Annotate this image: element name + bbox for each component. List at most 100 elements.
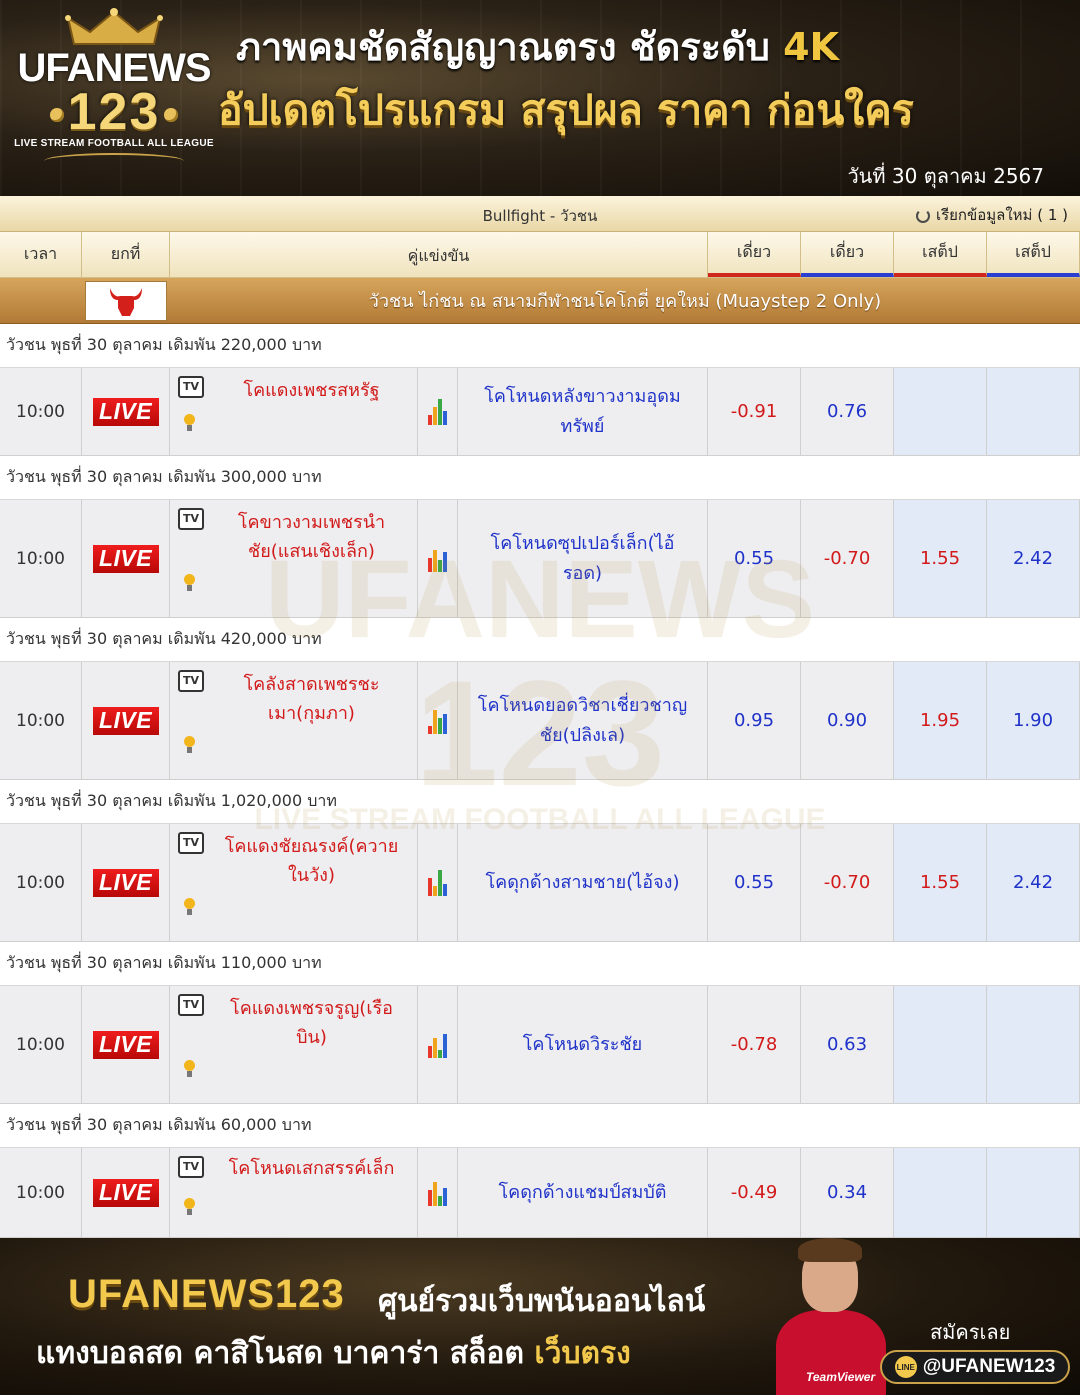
match-time: 10:00 bbox=[0, 1148, 82, 1237]
crown-icon bbox=[54, 8, 174, 48]
tv-icon[interactable]: TV bbox=[178, 508, 204, 530]
tips-bulb-icon[interactable] bbox=[182, 572, 196, 594]
odds-single-2[interactable]: 0.34 bbox=[801, 1148, 894, 1237]
away-team-name[interactable]: โคโหนดยอดวิชาเชี่ยวชาญชัย(ปลิงเล) bbox=[458, 662, 708, 779]
match-row[interactable]: 10:00 LIVE TV โคขาวงามเพชรนำชัย(แสนเชิงเล็ก… bbox=[0, 500, 1080, 618]
home-team-cell: TV โคแดงเพชรจรูญ(เรือบิน) bbox=[170, 986, 418, 1103]
odds-single-1[interactable]: -0.78 bbox=[708, 986, 801, 1103]
header-date: วันที่ 30 ตุลาคม 2567 bbox=[847, 164, 1044, 188]
tips-bulb-icon[interactable] bbox=[182, 412, 196, 434]
odds-single-2[interactable]: -0.70 bbox=[801, 500, 894, 617]
live-button[interactable]: LIVE bbox=[92, 706, 159, 735]
odds-step-2[interactable]: 2.42 bbox=[987, 824, 1080, 941]
stats-bar bbox=[442, 883, 447, 896]
odds-single-1[interactable]: -0.91 bbox=[708, 368, 801, 455]
logo-brand: UFANEWS bbox=[17, 46, 212, 90]
tv-icon[interactable]: TV bbox=[178, 1156, 204, 1178]
stats-cell bbox=[418, 824, 458, 941]
match-row[interactable]: 10:00 LIVE TV โคแดงเพชรสหรัฐ โคโหนดหลังขาวงา… bbox=[0, 368, 1080, 456]
stats-bar-icon[interactable] bbox=[427, 1180, 448, 1206]
odds-step-1[interactable] bbox=[894, 1148, 987, 1237]
home-team-cell: TV โคแดงเพชรสหรัฐ bbox=[170, 368, 418, 455]
home-team-cell: TV โคแดงชัยณรงค์(ควายในวัง) bbox=[170, 824, 418, 941]
odds-step-2[interactable]: 1.90 bbox=[987, 662, 1080, 779]
player-image: TeamViewer bbox=[770, 1238, 890, 1395]
refresh-button[interactable]: เรียกข้อมูลใหม่ ( 1 ) bbox=[915, 203, 1068, 227]
stats-bar bbox=[432, 406, 437, 425]
home-team-name[interactable]: โคแดงชัยณรงค์(ควายในวัง) bbox=[216, 832, 407, 890]
logo-number: 123 bbox=[14, 86, 214, 138]
tv-icon[interactable]: TV bbox=[178, 994, 204, 1016]
stats-bar-icon[interactable] bbox=[427, 869, 448, 896]
live-button[interactable]: LIVE bbox=[92, 397, 159, 426]
tv-icon[interactable]: TV bbox=[178, 670, 204, 692]
odds-step-2[interactable] bbox=[987, 368, 1080, 455]
live-button[interactable]: LIVE bbox=[92, 1030, 159, 1059]
odds-step-1[interactable] bbox=[894, 368, 987, 455]
odds-single-1[interactable]: 0.55 bbox=[708, 500, 801, 617]
stats-bar bbox=[427, 1045, 432, 1058]
live-button[interactable]: LIVE bbox=[92, 868, 159, 897]
stats-bar-icon[interactable] bbox=[427, 708, 448, 734]
home-team-name[interactable]: โคขาวงามเพชรนำชัย(แสนเชิงเล็ก) bbox=[216, 508, 407, 566]
odds-single-1[interactable]: 0.55 bbox=[708, 824, 801, 941]
away-team-name[interactable]: โคดุกด้างแชมป์สมบัติ bbox=[458, 1148, 708, 1237]
logo-ornament bbox=[44, 153, 184, 169]
odds-step-1[interactable]: 1.95 bbox=[894, 662, 987, 779]
match-row[interactable]: 10:00 LIVE TV โคแดงเพชรจรูญ(เรือบิน) โคโหนดว… bbox=[0, 986, 1080, 1104]
site-logo[interactable]: UFANEWS 123 LIVE STREAM FOOTBALL ALL LEA… bbox=[14, 8, 214, 188]
live-cell: LIVE bbox=[82, 368, 170, 455]
stats-cell bbox=[418, 662, 458, 779]
odds-step-1[interactable]: 1.55 bbox=[894, 824, 987, 941]
match-row[interactable]: 10:00 LIVE TV โคลังสาดเพชรชะเมา(กุมภา) โคโหน… bbox=[0, 662, 1080, 780]
odds-single-2[interactable]: 0.90 bbox=[801, 662, 894, 779]
line-icon: LINE bbox=[894, 1356, 917, 1378]
stats-cell bbox=[418, 986, 458, 1103]
match-group-header: วัวชน พุธที่ 30 ตุลาคม เดิมพัน 300,000 บ… bbox=[0, 456, 1080, 500]
tips-bulb-icon[interactable] bbox=[182, 734, 196, 756]
home-team-name[interactable]: โคแดงเพชรสหรัฐ bbox=[216, 376, 407, 405]
signup-label[interactable]: สมัครเลย bbox=[930, 1316, 1010, 1348]
match-row[interactable]: 10:00 LIVE TV โคโหนดเสกสรรค์เล็ก โคดุกด้างแช… bbox=[0, 1148, 1080, 1238]
away-team-name[interactable]: โคโหนดหลังขาวงามอุดมทรัพย์ bbox=[458, 368, 708, 455]
away-team-name[interactable]: โคโหนดซุปเปอร์เล็ก(ไอ้รอด) bbox=[458, 500, 708, 617]
match-time: 10:00 bbox=[0, 986, 82, 1103]
stats-bar bbox=[432, 549, 437, 572]
tv-icon[interactable]: TV bbox=[178, 832, 204, 854]
odds-single-2[interactable]: 0.63 bbox=[801, 986, 894, 1103]
live-button[interactable]: LIVE bbox=[92, 1178, 159, 1207]
match-row[interactable]: 10:00 LIVE TV โคแดงชัยณรงค์(ควายในวัง) โคดุก… bbox=[0, 824, 1080, 942]
odds-single-2[interactable]: -0.70 bbox=[801, 824, 894, 941]
home-team-name[interactable]: โคโหนดเสกสรรค์เล็ก bbox=[216, 1154, 407, 1183]
odds-step-2[interactable]: 2.42 bbox=[987, 500, 1080, 617]
stats-cell bbox=[418, 1148, 458, 1237]
bull-icon bbox=[85, 280, 167, 321]
footer-banner: UFANEWS123 ศูนย์รวมเว็บพนันออนไลน์ แทงบอ… bbox=[0, 1238, 1080, 1395]
footer-services-highlight: เว็บตรง bbox=[534, 1336, 631, 1371]
odds-single-1[interactable]: -0.49 bbox=[708, 1148, 801, 1237]
home-team-name[interactable]: โคลังสาดเพชรชะเมา(กุมภา) bbox=[216, 670, 407, 728]
odds-step-2[interactable] bbox=[987, 1148, 1080, 1237]
line-id-button[interactable]: LINE @UFANEW123 bbox=[880, 1350, 1070, 1384]
odds-step-2[interactable] bbox=[987, 986, 1080, 1103]
tips-bulb-icon[interactable] bbox=[182, 1196, 196, 1218]
stats-bar-icon[interactable] bbox=[427, 1032, 448, 1058]
odds-step-1[interactable]: 1.55 bbox=[894, 500, 987, 617]
stats-bar bbox=[427, 414, 432, 425]
tips-bulb-icon[interactable] bbox=[182, 896, 196, 918]
odds-single-1[interactable]: 0.95 bbox=[708, 662, 801, 779]
away-team-name[interactable]: โคโหนดวิระชัย bbox=[458, 986, 708, 1103]
stats-bar-icon[interactable] bbox=[427, 398, 448, 425]
col-odds-step-1: เสต็ป bbox=[894, 232, 987, 277]
live-button[interactable]: LIVE bbox=[92, 544, 159, 573]
odds-step-1[interactable] bbox=[894, 986, 987, 1103]
home-team-name[interactable]: โคแดงเพชรจรูญ(เรือบิน) bbox=[216, 994, 407, 1052]
stats-bar bbox=[437, 1195, 442, 1206]
footer-services-text: แทงบอลสด คาสิโนสด บาคาร่า สล็อต bbox=[36, 1336, 535, 1371]
tips-bulb-icon[interactable] bbox=[182, 1058, 196, 1080]
away-team-name[interactable]: โคดุกด้างสามชาย(ไอ้จง) bbox=[458, 824, 708, 941]
odds-single-2[interactable]: 0.76 bbox=[801, 368, 894, 455]
stats-bar-icon[interactable] bbox=[427, 546, 448, 572]
tv-icon[interactable]: TV bbox=[178, 376, 204, 398]
match-time: 10:00 bbox=[0, 824, 82, 941]
